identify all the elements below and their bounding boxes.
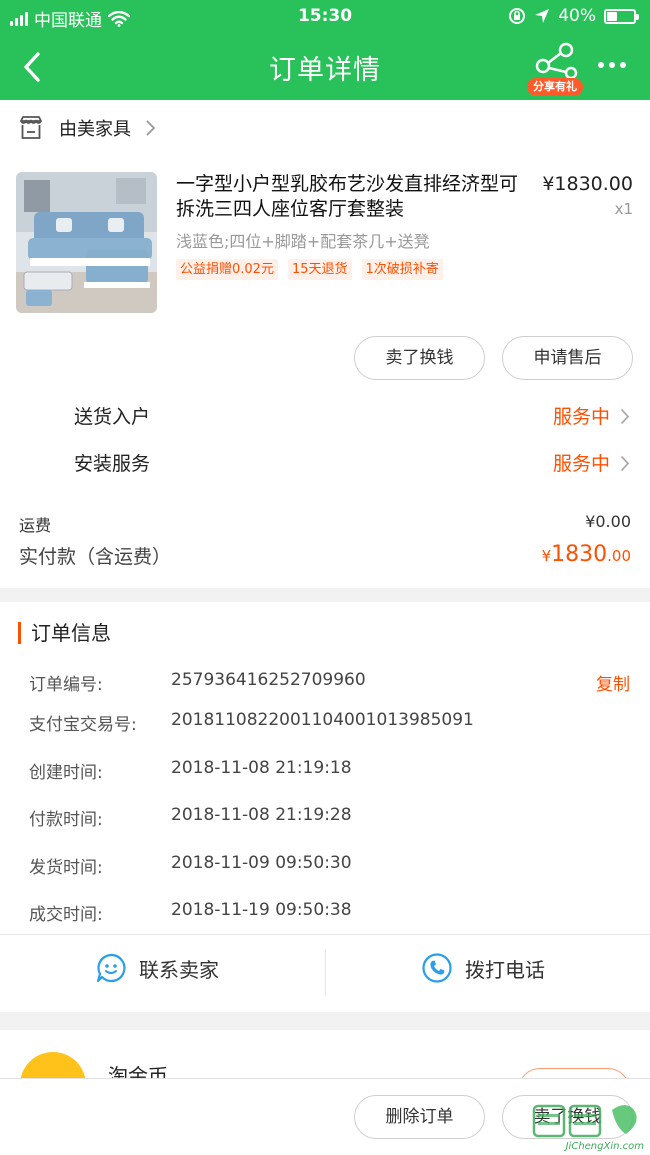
paid-time-value: 2018-11-08 21:19:28 xyxy=(171,805,352,825)
rotation-lock-icon xyxy=(509,8,526,24)
chevron-right-icon xyxy=(146,120,156,136)
nav-bar: 订单详情 分享有礼 xyxy=(0,34,650,100)
header: 中国联通 15:30 40% 订单详情 分享有礼 xyxy=(0,0,650,100)
service-status: 服务中 xyxy=(552,453,610,475)
share-button[interactable]: 分享有礼 xyxy=(527,40,583,96)
product-image[interactable] xyxy=(16,172,157,313)
tag-charity: 公益捐赠0.02元 xyxy=(176,259,278,280)
status-right: 40% xyxy=(508,6,639,26)
paid-integer: 1830 xyxy=(551,542,608,567)
chevron-right-icon xyxy=(620,408,630,425)
call-phone-label: 拨打电话 xyxy=(465,957,545,982)
product-sku: 浅蓝色;四位+脚踏+配套茶几+送凳 xyxy=(176,232,430,251)
product-quantity: x1 xyxy=(614,200,633,218)
order-number-value: 257936416252709960 xyxy=(171,670,366,690)
delete-order-button[interactable]: 删除订单 xyxy=(354,1095,485,1139)
service-row-install[interactable]: 安装服务 服务中 xyxy=(74,449,634,479)
created-time-value: 2018-11-08 21:19:18 xyxy=(171,758,352,778)
tag-return: 15天退货 xyxy=(287,259,352,280)
battery-percent: 40% xyxy=(558,6,596,26)
completed-time-label: 成交时间: xyxy=(29,905,103,925)
shipping-value: ¥0.00 xyxy=(585,512,631,531)
tag-damage: 1次破损补寄 xyxy=(361,259,443,280)
paid-label: 实付款（含运费） xyxy=(19,546,172,568)
created-time-label: 创建时间: xyxy=(29,763,103,783)
shop-link[interactable]: 由美家具 xyxy=(18,115,157,141)
sell-button[interactable]: 卖了换钱 xyxy=(354,336,485,380)
chevron-right-icon xyxy=(620,455,630,472)
product-tags: 公益捐赠0.02元 15天退货 1次破损补寄 xyxy=(176,259,443,280)
location-icon xyxy=(535,9,550,23)
share-badge: 分享有礼 xyxy=(527,78,583,96)
chat-bubble-icon xyxy=(96,953,126,983)
alipay-number-value: 2018110822001104001013985091 xyxy=(171,710,474,730)
alipay-number-label: 支付宝交易号: xyxy=(29,715,137,735)
shipping-label: 运费 xyxy=(19,516,52,535)
order-number-label: 订单编号: xyxy=(29,675,103,695)
store-icon xyxy=(20,116,42,139)
sofa-image xyxy=(16,172,157,313)
watermark-text: JiChengXin.com xyxy=(565,1141,644,1152)
order-info-card: 订单信息 复制 订单编号: 257936416252709960 支付宝交易号:… xyxy=(0,602,650,1012)
shop-name: 由美家具 xyxy=(59,119,131,140)
product-title[interactable]: 一字型小户型乳胶布艺沙发直排经济型可拆洗三四人座位客厅套整装 xyxy=(176,172,521,222)
order-item-card: 由美家具 一字型小户型乳胶布艺沙发直排经济型可拆洗三四人座位客厅套整装 ¥183… xyxy=(0,100,650,588)
watermark: JiChengXin.com xyxy=(530,1100,648,1155)
copy-button[interactable]: 复制 xyxy=(596,670,630,695)
watermark-logo xyxy=(532,1104,637,1138)
share-icon xyxy=(535,42,578,80)
paid-amount: ¥1830.00 xyxy=(542,542,631,567)
service-label: 安装服务 xyxy=(74,453,151,475)
service-row-delivery[interactable]: 送货入户 服务中 xyxy=(74,402,634,432)
paid-time-label: 付款时间: xyxy=(29,810,103,830)
contact-seller-label: 联系卖家 xyxy=(139,957,219,982)
battery-icon xyxy=(604,8,639,24)
section-title: 订单信息 xyxy=(18,622,111,644)
shipped-time-label: 发货时间: xyxy=(29,858,103,878)
after-sale-button[interactable]: 申请售后 xyxy=(502,336,633,380)
contact-seller-button[interactable]: 联系卖家 xyxy=(95,952,219,984)
divider xyxy=(325,950,326,996)
paid-currency: ¥ xyxy=(541,547,552,565)
service-status: 服务中 xyxy=(552,406,610,428)
phone-icon xyxy=(422,953,452,983)
shipped-time-value: 2018-11-09 09:50:30 xyxy=(171,853,352,873)
status-bar: 中国联通 15:30 40% xyxy=(0,0,650,34)
divider xyxy=(0,934,650,935)
call-phone-button[interactable]: 拨打电话 xyxy=(421,952,545,984)
product-price: ¥1830.00 xyxy=(542,173,633,195)
completed-time-value: 2018-11-19 09:50:38 xyxy=(171,900,352,920)
service-label: 送货入户 xyxy=(74,406,151,428)
paid-decimal: .00 xyxy=(607,547,631,565)
more-icon[interactable] xyxy=(598,62,626,68)
